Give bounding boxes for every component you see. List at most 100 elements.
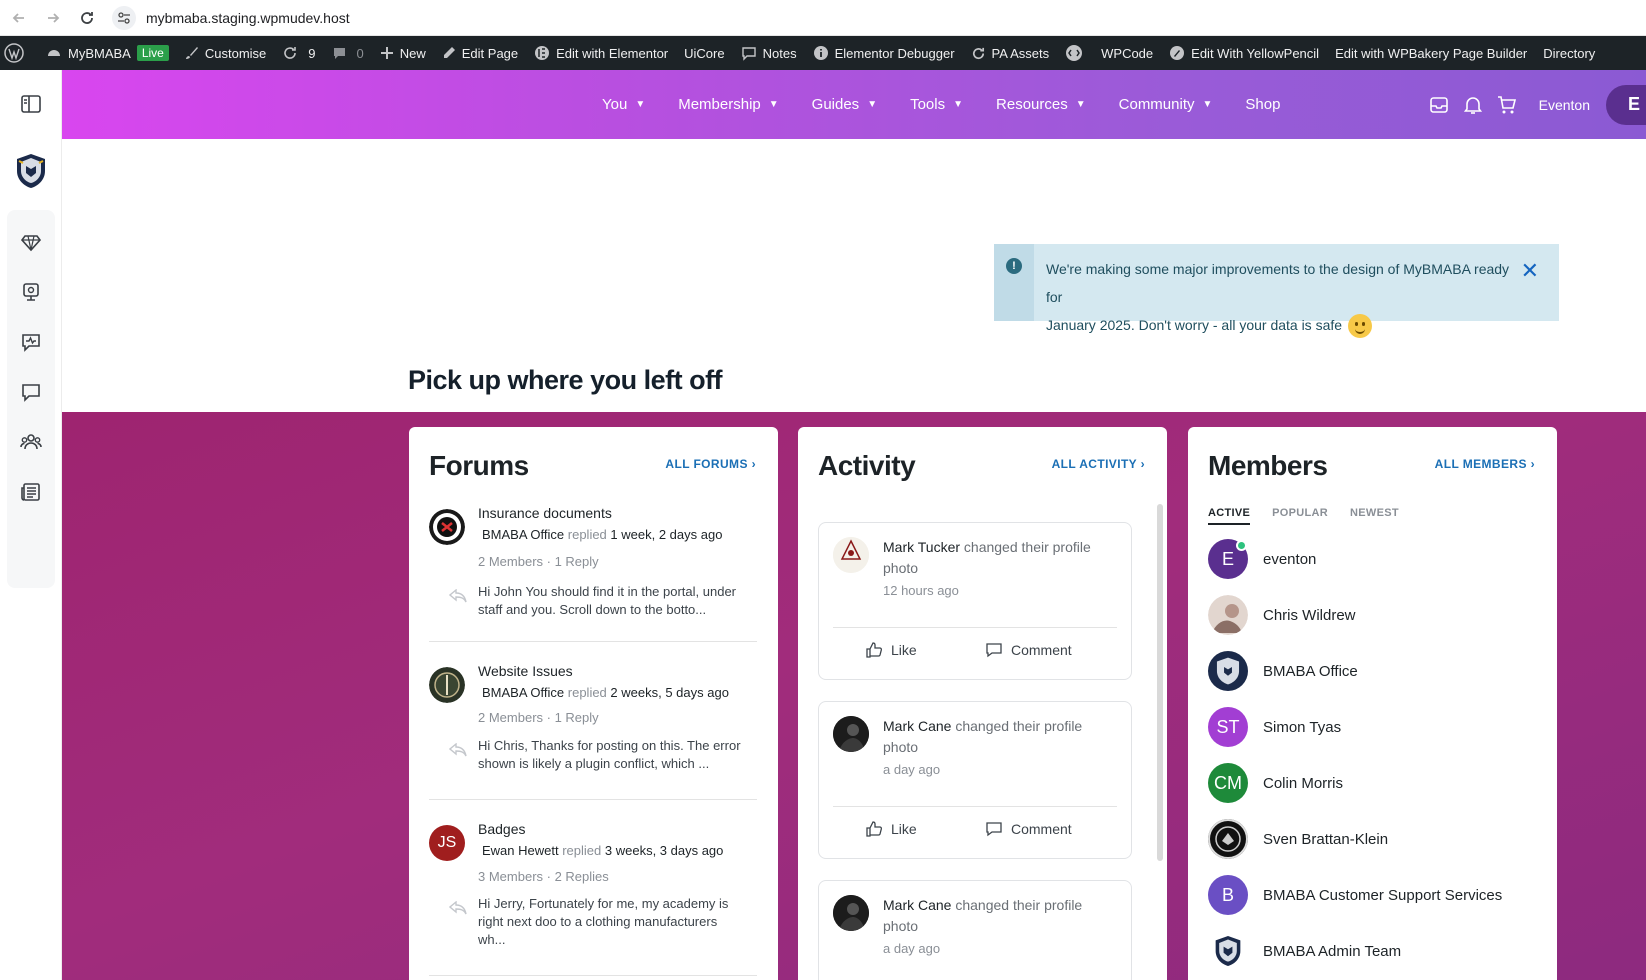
directory-link[interactable]: Directory (1535, 36, 1603, 70)
activity-time: a day ago (883, 762, 941, 777)
nav-community[interactable]: Community ▼ (1119, 96, 1213, 113)
reply-icon (448, 900, 467, 920)
like-button[interactable]: Like (865, 820, 917, 838)
nav-guides-label: Guides (811, 96, 860, 113)
nav-you[interactable]: You ▼ (602, 96, 645, 113)
tab-popular[interactable]: POPULAR (1272, 507, 1328, 525)
tab-newest[interactable]: NEWEST (1350, 507, 1399, 525)
back-icon[interactable] (8, 7, 30, 29)
sidebar-toggle-icon[interactable] (18, 91, 44, 117)
comment-button[interactable]: Comment (985, 820, 1072, 838)
brush-icon (185, 47, 198, 59)
diamond-icon[interactable] (18, 229, 44, 255)
nav-resources[interactable]: Resources ▼ (996, 96, 1086, 113)
notes-link[interactable]: Notes (733, 36, 805, 70)
customise-link[interactable]: Customise (177, 36, 274, 70)
site-info-icon[interactable] (112, 5, 136, 30)
all-activity-link[interactable]: ALL ACTIVITY › (1052, 457, 1145, 471)
member-item[interactable]: Sven Brattan-Klein (1208, 819, 1388, 859)
nav-tools[interactable]: Tools ▼ (910, 96, 963, 113)
forward-icon[interactable] (42, 7, 64, 29)
forum-counts: 3 Members · 2 Replies (478, 869, 609, 884)
members-icon[interactable] (18, 429, 44, 455)
user-name[interactable]: Eventon (1539, 97, 1590, 113)
inbox-icon[interactable] (1427, 93, 1451, 117)
forum-avatar (429, 667, 465, 703)
wordpress-logo-icon[interactable] (0, 36, 38, 70)
new-content-link[interactable]: New (372, 36, 434, 70)
forum-author[interactable]: Ewan Hewett (482, 843, 559, 858)
updates-link[interactable]: 9 (274, 36, 323, 70)
site-name-link[interactable]: MyBMABA Live (38, 36, 177, 70)
forum-author[interactable]: BMABA Office (482, 527, 564, 542)
activity-icon[interactable] (18, 329, 44, 355)
activity-user[interactable]: Mark Cane (883, 897, 951, 913)
comments-link[interactable]: 0 (324, 36, 372, 70)
member-item[interactable]: E eventon (1208, 539, 1316, 579)
member-name: BMABA Office (1263, 662, 1358, 680)
all-members-link[interactable]: ALL MEMBERS › (1435, 457, 1535, 471)
member-item[interactable]: Chris Wildrew (1208, 595, 1356, 635)
forum-title[interactable]: Badges (478, 821, 525, 837)
notice-line-2: January 2025. Don't worry - all your dat… (1046, 317, 1343, 333)
messages-icon[interactable] (18, 379, 44, 405)
tab-active[interactable]: ACTIVE (1208, 507, 1251, 525)
activity-user[interactable]: Mark Cane (883, 718, 951, 734)
activity-avatar[interactable] (833, 537, 869, 573)
member-item[interactable]: CM Colin Morris (1208, 763, 1343, 803)
comment-button[interactable]: Comment (985, 641, 1072, 659)
forums-title: Forums (429, 450, 529, 481)
forum-when[interactable]: 2 weeks, 5 days ago (610, 685, 729, 700)
course-icon[interactable] (18, 279, 44, 305)
edit-elementor-link[interactable]: Edit with Elementor (526, 36, 676, 70)
yellowpencil-link[interactable]: Edit With YellowPencil (1161, 36, 1327, 70)
wpcode-link[interactable]: WPCode (1057, 36, 1161, 70)
wpbakery-link[interactable]: Edit with WPBakery Page Builder (1327, 36, 1535, 70)
uicore-link[interactable]: UiCore (676, 36, 732, 70)
forum-verb: replied (562, 843, 602, 858)
member-item[interactable]: B BMABA Customer Support Services (1208, 875, 1502, 915)
scrollbar[interactable] (1157, 504, 1163, 861)
address-bar[interactable]: mybmaba.staging.wpmudev.host (146, 10, 350, 26)
activity-user[interactable]: Mark Tucker (883, 539, 960, 555)
member-initials: E (1221, 548, 1234, 569)
forum-author[interactable]: BMABA Office (482, 685, 564, 700)
divider (429, 975, 757, 976)
nav-tools-label: Tools (910, 96, 946, 113)
forum-title[interactable]: Insurance documents (478, 505, 612, 521)
member-item[interactable]: BMABA Office (1208, 651, 1358, 691)
page-section-title: Pick up where you left off (408, 365, 723, 395)
member-avatar (1208, 819, 1248, 859)
reload-icon[interactable] (76, 7, 98, 29)
chevron-down-icon: ▼ (1202, 99, 1213, 110)
member-item[interactable]: BMABA Admin Team (1208, 931, 1401, 971)
like-button[interactable]: Like (865, 641, 917, 659)
activity-text: Mark Cane changed their profile photo (883, 895, 1093, 937)
forum-title[interactable]: Website Issues (478, 663, 573, 679)
member-item[interactable]: ST Simon Tyas (1208, 707, 1341, 747)
edit-page-link[interactable]: Edit Page (434, 36, 526, 70)
divider (429, 641, 757, 642)
close-icon[interactable]: ✕ (1521, 260, 1539, 282)
site-logo-shield-icon[interactable] (14, 152, 48, 190)
bell-icon[interactable] (1461, 93, 1485, 117)
notes-bubble-icon (741, 47, 756, 61)
forum-when[interactable]: 1 week, 2 days ago (610, 527, 722, 542)
nav-shop[interactable]: Shop (1245, 96, 1280, 113)
activity-avatar[interactable] (833, 716, 869, 752)
user-avatar[interactable]: E (1606, 84, 1646, 125)
news-icon[interactable] (18, 479, 44, 505)
cart-icon[interactable] (1495, 93, 1519, 117)
all-forums-link[interactable]: ALL FORUMS › (665, 457, 756, 471)
pa-assets-link[interactable]: PA Assets (963, 36, 1058, 70)
forum-avatar-initials: JS (437, 834, 457, 851)
all-forums-label: ALL FORUMS (665, 457, 748, 471)
pa-assets-label: PA Assets (991, 45, 1050, 61)
edit-page-label: Edit Page (461, 45, 519, 61)
member-name: Sven Brattan-Klein (1263, 830, 1389, 848)
nav-membership[interactable]: Membership ▼ (678, 96, 778, 113)
forum-when[interactable]: 3 weeks, 3 days ago (605, 843, 724, 858)
activity-avatar[interactable] (833, 895, 869, 931)
nav-guides[interactable]: Guides ▼ (812, 96, 877, 113)
elementor-debugger-link[interactable]: Elementor Debugger (805, 36, 963, 70)
